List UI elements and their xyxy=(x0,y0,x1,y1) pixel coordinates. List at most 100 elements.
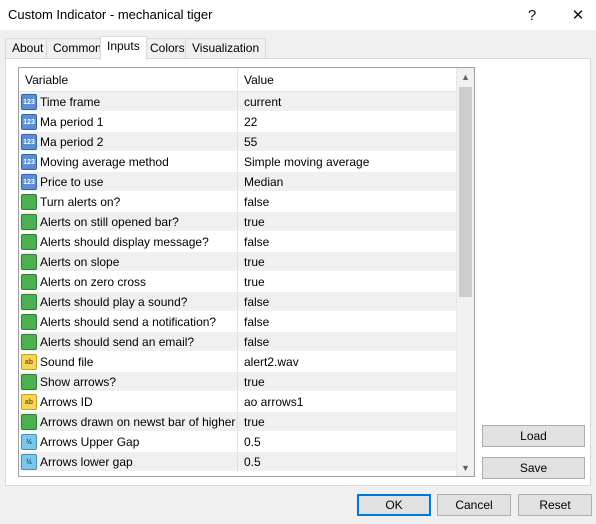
bool-icon xyxy=(21,334,37,350)
table-row[interactable]: ½ Arrows Upper Gap 0.5 xyxy=(19,432,456,452)
bool-icon xyxy=(21,194,37,210)
table-row[interactable]: ½ Arrows lower gap 0.5 xyxy=(19,452,456,472)
window-title: Custom Indicator - mechanical tiger xyxy=(8,7,213,22)
variable-name: Alerts should send a notification? xyxy=(40,315,217,329)
vertical-scrollbar[interactable]: ▲ ▼ xyxy=(456,68,474,476)
variable-value[interactable]: 22 xyxy=(244,112,454,132)
table-row[interactable]: 123 Time frame current xyxy=(19,92,456,112)
tab-visualization[interactable]: Visualization xyxy=(185,38,267,59)
variable-name: Arrows lower gap xyxy=(40,455,133,469)
variable-name: Sound file xyxy=(40,355,94,369)
table-row[interactable]: Alerts on zero cross true xyxy=(19,272,456,292)
variable-value[interactable]: current xyxy=(244,92,454,112)
table-row[interactable]: Show arrows? true xyxy=(19,372,456,392)
close-button[interactable]: ✕ xyxy=(555,0,596,30)
grid-header: Variable Value xyxy=(19,68,456,92)
table-row[interactable]: Alerts should send an email? false xyxy=(19,332,456,352)
scroll-up-icon[interactable]: ▲ xyxy=(457,68,474,85)
tab-inputs[interactable]: Inputs xyxy=(100,36,147,60)
help-icon: ? xyxy=(527,6,537,24)
variable-value[interactable]: true xyxy=(244,412,454,432)
table-row[interactable]: Alerts on slope true xyxy=(19,252,456,272)
variable-name: Turn alerts on? xyxy=(40,195,121,209)
variable-value[interactable]: Simple moving average xyxy=(244,152,454,172)
column-divider xyxy=(237,412,238,432)
table-row[interactable]: 123 Moving average method Simple moving av… xyxy=(19,152,456,172)
table-row[interactable]: Alerts should display message? false xyxy=(19,232,456,252)
variable-name: Ma period 1 xyxy=(40,115,104,129)
column-divider xyxy=(237,232,238,252)
column-header-variable[interactable]: Variable xyxy=(19,68,238,92)
column-header-value[interactable]: Value xyxy=(238,68,456,92)
scrollbar-thumb[interactable] xyxy=(459,87,472,297)
column-divider xyxy=(237,392,238,412)
double-icon: ½ xyxy=(21,434,37,450)
column-divider xyxy=(237,272,238,292)
table-row[interactable]: Arrows drawn on newst bar of higher ti..… xyxy=(19,412,456,432)
bool-icon xyxy=(21,214,37,230)
variable-name: Arrows ID xyxy=(40,395,93,409)
variable-name: Alerts on slope xyxy=(40,255,120,269)
reset-button[interactable]: Reset xyxy=(518,494,592,516)
variable-value[interactable]: true xyxy=(244,252,454,272)
variable-value[interactable]: 0.5 xyxy=(244,432,454,452)
variable-name: Alerts on zero cross xyxy=(40,275,147,289)
variable-value[interactable]: false xyxy=(244,192,454,212)
variable-value[interactable]: false xyxy=(244,332,454,352)
variable-value[interactable]: 55 xyxy=(244,132,454,152)
column-divider xyxy=(237,92,238,112)
column-divider xyxy=(237,432,238,452)
table-row[interactable]: 123 Price to use Median xyxy=(19,172,456,192)
variable-name: Show arrows? xyxy=(40,375,117,389)
close-icon: ✕ xyxy=(571,7,585,24)
table-row[interactable]: 123 Ma period 1 22 xyxy=(19,112,456,132)
variable-value[interactable]: 0.5 xyxy=(244,452,454,472)
variable-value[interactable]: false xyxy=(244,292,454,312)
column-divider xyxy=(237,132,238,152)
column-divider xyxy=(237,192,238,212)
table-row[interactable]: Alerts should play a sound? false xyxy=(19,292,456,312)
variable-value[interactable]: true xyxy=(244,372,454,392)
variable-value[interactable]: ao arrows1 xyxy=(244,392,454,412)
integer-icon: 123 xyxy=(21,114,37,130)
variable-name: Alerts should send an email? xyxy=(40,335,195,349)
variable-value[interactable]: Median xyxy=(244,172,454,192)
inputs-panel: Variable Value 123 Time frame current 123 Ma… xyxy=(5,58,591,486)
column-divider xyxy=(237,312,238,332)
scroll-down-icon[interactable]: ▼ xyxy=(457,459,474,476)
variable-value[interactable]: alert2.wav xyxy=(244,352,454,372)
title-bar: Custom Indicator - mechanical tiger ? ✕ xyxy=(0,0,596,30)
integer-icon: 123 xyxy=(21,174,37,190)
variable-value[interactable]: false xyxy=(244,232,454,252)
column-divider xyxy=(237,352,238,372)
variable-name: Ma period 2 xyxy=(40,135,104,149)
load-button[interactable]: Load xyxy=(482,425,585,447)
variable-name: Time frame xyxy=(40,95,101,109)
column-divider xyxy=(237,252,238,272)
ok-button[interactable]: OK xyxy=(357,494,431,516)
string-icon: ab xyxy=(21,394,37,410)
bool-icon xyxy=(21,314,37,330)
variable-value[interactable]: false xyxy=(244,312,454,332)
column-divider xyxy=(237,292,238,312)
variable-name: Price to use xyxy=(40,175,104,189)
inputs-grid: Variable Value 123 Time frame current 123 Ma… xyxy=(18,67,475,477)
table-row[interactable]: Alerts on still opened bar? true xyxy=(19,212,456,232)
save-button[interactable]: Save xyxy=(482,457,585,479)
tab-about[interactable]: About xyxy=(5,38,51,59)
column-divider xyxy=(237,112,238,132)
table-row[interactable]: ab Arrows ID ao arrows1 xyxy=(19,392,456,412)
cancel-button[interactable]: Cancel xyxy=(437,494,511,516)
variable-value[interactable]: true xyxy=(244,272,454,292)
table-row[interactable]: Alerts should send a notification? false xyxy=(19,312,456,332)
table-row[interactable]: ab Sound file alert2.wav xyxy=(19,352,456,372)
string-icon: ab xyxy=(21,354,37,370)
bool-icon xyxy=(21,374,37,390)
help-button[interactable]: ? xyxy=(509,0,555,30)
table-row[interactable]: 123 Ma period 2 55 xyxy=(19,132,456,152)
variable-name: Alerts should play a sound? xyxy=(40,295,188,309)
variable-value[interactable]: true xyxy=(244,212,454,232)
column-divider xyxy=(237,172,238,192)
table-row[interactable]: Turn alerts on? false xyxy=(19,192,456,212)
integer-icon: 123 xyxy=(21,154,37,170)
